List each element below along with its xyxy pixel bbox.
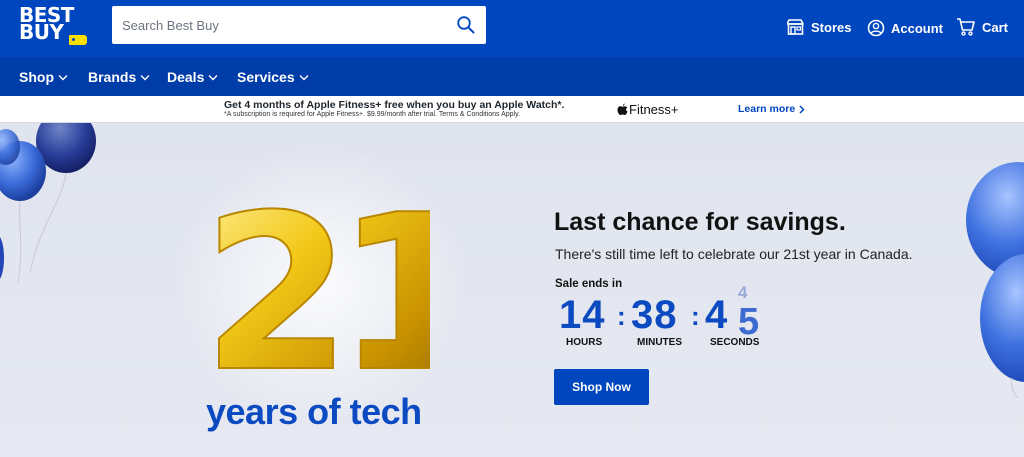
countdown-colon: : [617,301,626,331]
chevron-right-icon [799,104,805,114]
countdown-hours: 14 [559,293,606,337]
countdown-colon: : [691,301,700,331]
hero-banner[interactable]: 21 years of tech Last chance for savings… [0,123,1024,457]
top-header: BEST BUY Stores Account [0,0,1024,57]
shop-now-button[interactable]: Shop Now [554,369,649,405]
big-number-21: 21 [202,178,430,388]
nav-services-label: Services [237,69,295,85]
balloons-left-illustration [0,123,96,284]
countdown-minutes: 38 [631,293,678,337]
fitness-brand-text: Fitness+ [629,102,679,117]
best-buy-logo[interactable]: BEST BUY [19,5,89,47]
gold-21-balloon-illustration: 21 [201,178,430,388]
search-button[interactable] [456,15,476,35]
stores-link[interactable]: Stores [787,14,851,40]
apple-fitness-logo: Fitness+ [617,102,679,117]
hero-title: Last chance for savings. [554,208,846,236]
promo-fineprint: *A subscription is required for Apple Fi… [224,111,521,118]
account-link[interactable]: Account [867,15,943,41]
cart-label: Cart [982,19,1009,35]
cart-icon [957,18,975,36]
logo-wordmark: BEST BUY [19,3,74,44]
learn-more-link[interactable]: Learn more [738,103,805,115]
search-bar [112,6,486,44]
search-icon [457,16,475,34]
account-label: Account [891,20,943,36]
nav-services[interactable]: Services [237,69,309,85]
apple-icon [617,103,628,115]
nav-brands-label: Brands [88,69,137,85]
countdown-seconds-tens: 4 [705,293,729,337]
nav-brands[interactable]: Brands [88,69,150,85]
cart-link[interactable]: Cart [956,14,1008,40]
search-input[interactable] [112,6,442,44]
nav-shop[interactable]: Shop [19,69,68,85]
hours-label: HOURS [566,337,603,348]
nav-deals-label: Deals [167,69,205,85]
balloons-right-illustration [966,162,1024,398]
learn-more-label: Learn more [738,103,796,115]
stores-label: Stores [811,19,852,35]
hero-subtitle: There's still time left to celebrate our… [555,246,913,262]
store-icon [787,19,804,35]
minutes-label: MINUTES [637,337,682,348]
nav-shop-label: Shop [19,69,54,85]
main-nav: Shop Brands Deals Services [0,57,1024,96]
nav-deals[interactable]: Deals [167,69,218,85]
chevron-down-icon [140,74,150,80]
seconds-label: SECONDS [710,337,760,348]
chevron-down-icon [299,74,309,80]
chevron-down-icon [58,74,68,80]
promo-headline: Get 4 months of Apple Fitness+ free when… [224,99,565,111]
sale-ends-label: Sale ends in [555,278,623,290]
years-of-tech-tagline: years of tech [206,391,422,432]
chevron-down-icon [208,74,218,80]
logo-tag-icon [69,35,87,45]
account-icon [867,19,885,37]
promo-banner: Get 4 months of Apple Fitness+ free when… [0,96,1024,123]
